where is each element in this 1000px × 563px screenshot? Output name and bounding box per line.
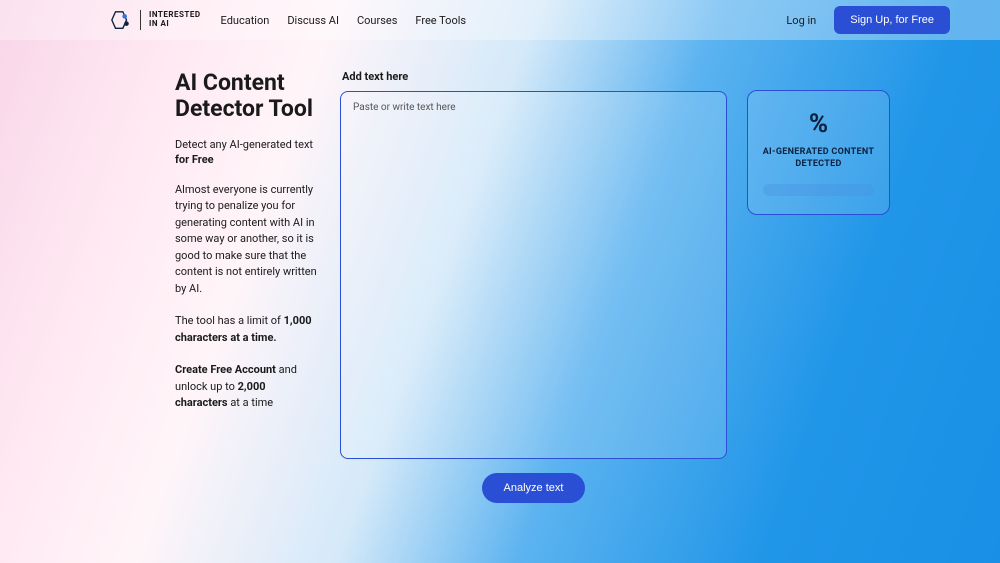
result-box: % AI-GENERATED CONTENT DETECTED [747,90,890,215]
text-input[interactable] [340,91,727,459]
main-content: AI Content Detector Tool Detect any AI-g… [0,40,1000,503]
nav-education[interactable]: Education [221,14,270,27]
nav-links: Education Discuss AI Courses Free Tools [221,14,467,27]
result-label: AI-GENERATED CONTENT DETECTED [760,147,877,170]
center-column: Add text here Analyze text [340,70,727,503]
nav-free-tools[interactable]: Free Tools [415,14,466,27]
logo[interactable]: INTERESTED IN AI [110,9,201,31]
left-column: AI Content Detector Tool Detect any AI-g… [175,70,320,503]
logo-text: INTERESTED IN AI [149,11,201,29]
create-account-text: Create Free Account and unlock up to 2,0… [175,362,320,412]
right-column: % AI-GENERATED CONTENT DETECTED [747,90,890,503]
percent-value: % [809,109,828,139]
limit-text: The tool has a limit of 1,000 characters… [175,313,320,346]
description: Almost everyone is currently trying to p… [175,182,320,298]
input-label: Add text here [342,70,408,83]
page-title: AI Content Detector Tool [175,70,320,123]
logo-divider [140,10,141,30]
logo-icon [110,9,132,31]
subtitle: Detect any AI-generated text for Free [175,137,320,168]
navbar: INTERESTED IN AI Education Discuss AI Co… [0,0,1000,40]
nav-discuss-ai[interactable]: Discuss AI [287,14,339,27]
progress-bar [763,184,874,196]
signup-button[interactable]: Sign Up, for Free [834,6,950,34]
analyze-button[interactable]: Analyze text [482,473,586,503]
login-link[interactable]: Log in [786,14,816,27]
nav-courses[interactable]: Courses [357,14,397,27]
